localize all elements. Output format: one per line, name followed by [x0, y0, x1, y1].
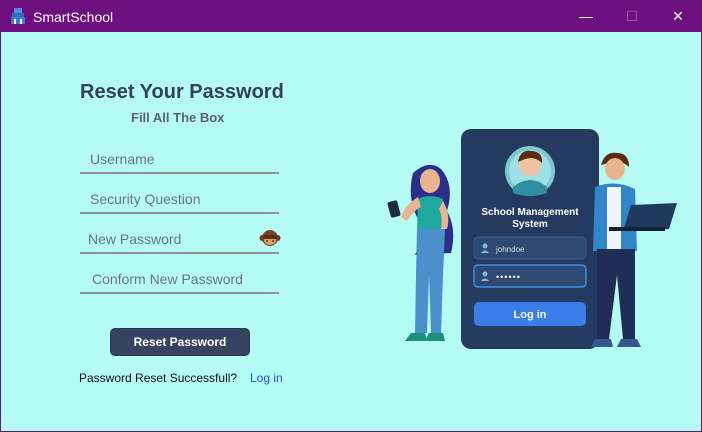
login-link[interactable]: Log in — [250, 371, 283, 385]
new-password-input[interactable] — [80, 228, 258, 250]
illustration-login-label: Log in — [514, 309, 547, 321]
illustration-password-value: •••••• — [496, 272, 521, 282]
status-message: Password Reset Successfull? — [79, 371, 238, 385]
monkey-show-password-icon[interactable] — [259, 227, 281, 247]
login-illustration: School Management System johndoe •••••• … — [387, 129, 677, 349]
app-window: SmartSchool — ☐ ✕ Reset Your Password Fi… — [0, 0, 702, 432]
app-logo-icon — [11, 8, 25, 24]
title-bar: SmartSchool — ☐ ✕ — [1, 1, 702, 32]
illustration-card-title-line2: System — [512, 219, 548, 230]
reset-password-button[interactable]: Reset Password — [110, 328, 250, 356]
confirm-password-input[interactable] — [80, 268, 262, 290]
page-title: Reset Your Password — [80, 81, 284, 103]
illustration-lock-icon — [482, 271, 488, 277]
window-title: SmartSchool — [33, 9, 114, 25]
page-subtitle: Fill All The Box — [131, 110, 225, 125]
security-question-field — [80, 188, 279, 214]
username-field — [80, 148, 279, 174]
close-button[interactable]: ✕ — [655, 1, 701, 32]
username-input[interactable] — [80, 148, 260, 170]
illustration-username-field — [473, 236, 587, 260]
illustration-user-icon — [482, 243, 488, 249]
new-password-field — [80, 228, 279, 254]
security-question-input[interactable] — [80, 188, 260, 210]
minimize-button[interactable]: — — [563, 1, 609, 32]
confirm-password-field — [80, 268, 279, 294]
maximize-button[interactable]: ☐ — [609, 1, 655, 32]
illustration-man-figure — [591, 152, 677, 347]
illustration-username-value: johndoe — [495, 245, 525, 254]
illustration-password-field — [473, 264, 587, 288]
illustration-card-title-line1: School Management — [481, 207, 579, 218]
illustration-woman-figure — [387, 164, 454, 341]
